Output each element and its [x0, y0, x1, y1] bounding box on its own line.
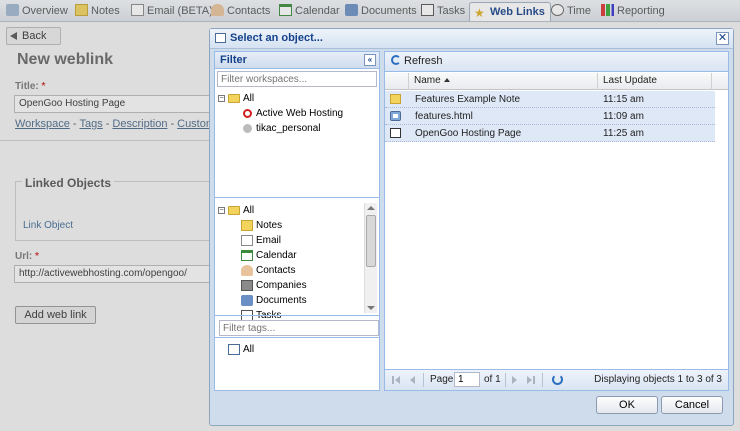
tree-item-notes[interactable]: Notes: [215, 218, 379, 233]
note-icon: [390, 94, 401, 104]
scroll-down-icon[interactable]: [367, 306, 375, 310]
page-number-input[interactable]: [454, 372, 480, 387]
contacts-icon: [241, 265, 253, 276]
select-object-dialog: Select an object... ✕ Filter « − All Act…: [209, 28, 734, 426]
last-update-column-header[interactable]: Last Update: [598, 73, 712, 90]
tree-item-email[interactable]: Email: [215, 233, 379, 248]
last-page-icon[interactable]: [527, 376, 532, 384]
email-icon: [241, 235, 253, 246]
filter-panel: Filter « − All Active Web Hosting tikac_…: [214, 51, 380, 391]
close-icon[interactable]: ✕: [716, 32, 729, 45]
next-page-icon[interactable]: [512, 376, 517, 384]
previous-page-icon[interactable]: [410, 376, 415, 384]
html-file-icon: [390, 111, 401, 121]
refresh-icon[interactable]: [552, 374, 563, 385]
refresh-icon: [391, 55, 401, 65]
name-column-header[interactable]: Name: [409, 73, 598, 90]
cancel-button[interactable]: Cancel: [661, 396, 723, 414]
tree-item-calendar[interactable]: Calendar: [215, 248, 379, 263]
scroll-up-icon[interactable]: [367, 206, 375, 210]
table-row[interactable]: features.html 11:09 am: [385, 108, 715, 125]
workspace-icon: [243, 124, 252, 133]
workspace-tree: − All Active Web Hosting tikac_personal: [215, 91, 379, 136]
icon-column-header: [385, 73, 409, 90]
table-row[interactable]: OpenGoo Hosting Page 11:25 am: [385, 125, 715, 142]
weblink-icon: [390, 128, 401, 138]
type-tree-scrollbar[interactable]: [364, 203, 377, 313]
notes-icon: [241, 220, 253, 231]
divider: [215, 315, 379, 316]
page-label: Page: [430, 374, 454, 385]
first-page-icon[interactable]: [395, 376, 400, 384]
objects-grid-panel: Refresh Name Last Update Features Exampl…: [384, 51, 729, 391]
grid-header: Name Last Update: [385, 73, 728, 90]
collapse-toggle-icon[interactable]: −: [218, 207, 225, 214]
tags-tree: All: [215, 342, 379, 357]
tree-item-all-tags[interactable]: All: [215, 342, 379, 357]
folder-icon: [228, 94, 240, 103]
tree-item-all-types[interactable]: − All: [215, 203, 379, 218]
collapse-toggle-icon[interactable]: −: [218, 95, 225, 102]
type-tree: − All Notes Email Calendar Contacts Comp…: [215, 203, 379, 323]
tree-item-companies[interactable]: Companies: [215, 278, 379, 293]
filter-header: Filter «: [215, 52, 379, 69]
scroll-thumb[interactable]: [366, 215, 376, 267]
dialog-title: Select an object...: [230, 32, 323, 44]
tree-item-all-workspaces[interactable]: − All: [215, 91, 379, 106]
divider: [215, 197, 379, 198]
grid-pager: Page of 1 Displaying objects 1 to 3 of 3: [385, 369, 728, 390]
sort-ascending-icon: [443, 78, 450, 82]
tree-item-contacts[interactable]: Contacts: [215, 263, 379, 278]
window-icon: [215, 33, 226, 43]
collapse-icon[interactable]: «: [364, 54, 376, 66]
tags-icon: [228, 344, 240, 355]
workspace-icon: [243, 109, 252, 118]
companies-icon: [241, 280, 253, 291]
tree-item-workspace[interactable]: Active Web Hosting: [215, 106, 379, 121]
tree-item-workspace[interactable]: tikac_personal: [215, 121, 379, 136]
table-row[interactable]: Features Example Note 11:15 am: [385, 91, 715, 108]
page-count-label: of 1: [484, 374, 501, 385]
documents-icon: [241, 295, 253, 306]
refresh-button[interactable]: Refresh: [391, 55, 443, 67]
calendar-icon: [241, 250, 253, 261]
ok-button[interactable]: OK: [596, 396, 658, 414]
display-status: Displaying objects 1 to 3 of 3: [594, 374, 722, 385]
filter-tags-input[interactable]: [219, 320, 379, 336]
folder-icon: [228, 206, 240, 215]
tree-item-documents[interactable]: Documents: [215, 293, 379, 308]
filter-workspaces-input[interactable]: [217, 71, 377, 87]
grid-toolbar: Refresh: [385, 52, 728, 72]
dialog-header: Select an object... ✕: [210, 29, 733, 49]
divider: [215, 337, 379, 338]
